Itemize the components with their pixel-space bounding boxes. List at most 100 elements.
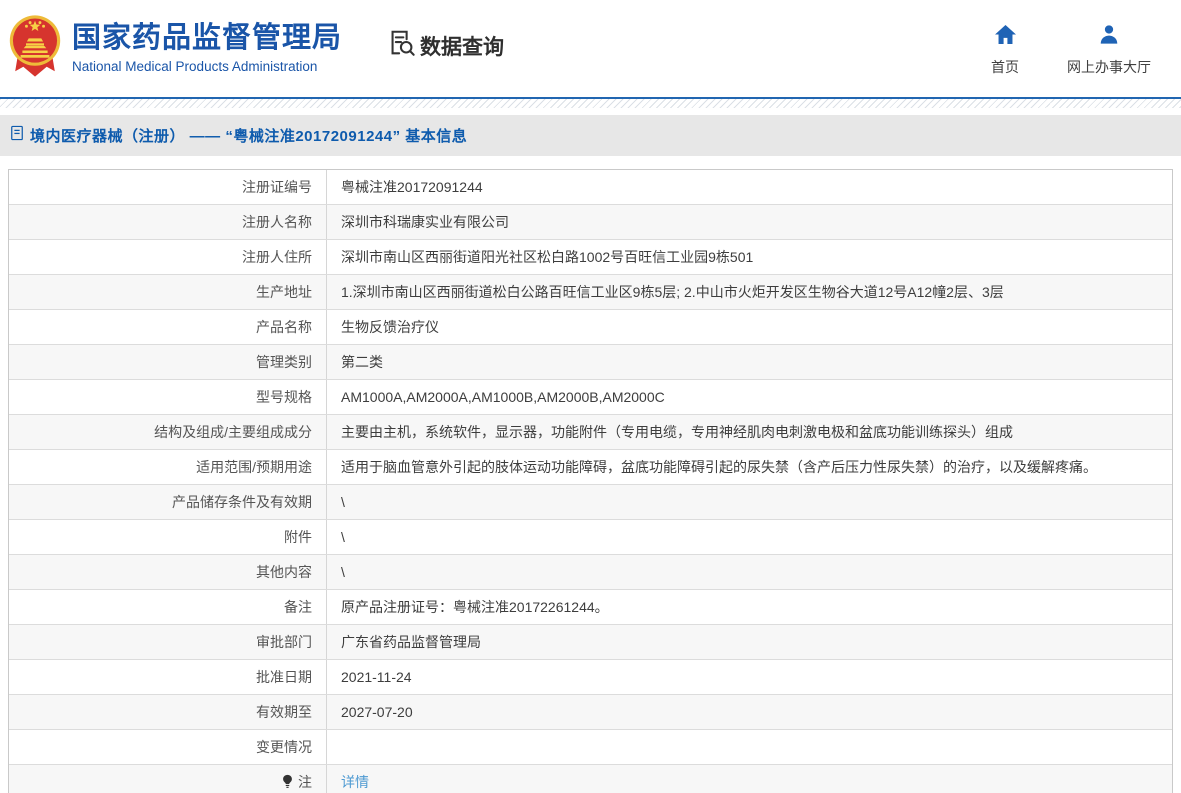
hatch-strip (0, 99, 1181, 108)
row-value-text: 2027-07-20 (341, 703, 413, 720)
row-label: 管理类别 (9, 345, 327, 379)
row-label: 生产地址 (9, 275, 327, 309)
nav-item-home[interactable]: 首页 (991, 24, 1019, 77)
row-value-text: \ (341, 493, 345, 510)
row-value-text: 1.深圳市南山区西丽街道松白公路百旺信工业区9栋5层; 2.中山市火炬开发区生物… (341, 283, 1004, 300)
table-row: 附件 \ (9, 520, 1172, 555)
table-row: 产品储存条件及有效期 \ (9, 485, 1172, 520)
row-value-text: 广东省药品监督管理局 (341, 633, 481, 650)
table-row: 备注 原产品注册证号：粤械注准20172261244。 (9, 590, 1172, 625)
row-value-text: 2021-11-24 (341, 668, 412, 685)
table-row: 注册人住所 深圳市南山区西丽街道阳光社区松白路1002号百旺信工业园9栋501 (9, 240, 1172, 275)
row-value-text: \ (341, 528, 345, 545)
row-value-text: 深圳市科瑞康实业有限公司 (341, 213, 509, 230)
data-query-label: 数据查询 (420, 35, 505, 59)
row-label-text: 注册证编号 (242, 179, 312, 195)
row-label-text: 产品储存条件及有效期 (172, 494, 312, 510)
site-title: 国家药品监督管理局 (72, 22, 343, 55)
brand-text: 国家药品监督管理局 National Medical Products Admi… (72, 22, 343, 74)
home-icon (994, 24, 1017, 50)
row-value: 2027-07-20 (327, 695, 1172, 729)
nav-item-service-hall[interactable]: 网上办事大厅 (1067, 24, 1151, 77)
document-icon (10, 125, 24, 146)
nav-label-home: 首页 (991, 59, 1019, 75)
table-row: 适用范围/预期用途 适用于脑血管意外引起的肢体运动功能障碍，盆底功能障碍引起的尿失… (9, 450, 1172, 485)
row-label: 注册人住所 (9, 240, 327, 274)
table-row: 结构及组成/主要组成成分 主要由主机，系统软件，显示器，功能附件（专用电缆，专用神… (9, 415, 1172, 450)
row-label-text: 批准日期 (256, 669, 312, 685)
document-search-icon (386, 28, 416, 63)
table-row: 注册证编号 粤械注准20172091244 (9, 170, 1172, 205)
row-label-text: 管理类别 (256, 354, 312, 370)
row-value: 广东省药品监督管理局 (327, 625, 1172, 659)
site-subtitle: National Medical Products Administration (72, 58, 318, 74)
row-value-text: AM1000A,AM2000A,AM1000B,AM2000B,AM2000C (341, 388, 665, 405)
row-label-text: 变更情况 (256, 739, 312, 755)
row-value: \ (327, 520, 1172, 554)
row-value: 主要由主机，系统软件，显示器，功能附件（专用电缆，专用神经肌肉电刺激电极和盆底功… (327, 415, 1172, 449)
row-value-text: 主要由主机，系统软件，显示器，功能附件（专用电缆，专用神经肌肉电刺激电极和盆底功… (341, 423, 1013, 440)
header-nav: 首页 网上办事大厅 (991, 24, 1151, 77)
row-label: 变更情况 (9, 730, 327, 764)
table-row: 管理类别 第二类 (9, 345, 1172, 380)
row-label: 其他内容 (9, 555, 327, 589)
row-label: 备注 (9, 590, 327, 624)
table-row: 注 详情 (9, 765, 1172, 793)
row-label-text: 生产地址 (256, 284, 312, 300)
row-label-text: 型号规格 (256, 389, 312, 405)
row-label: 型号规格 (9, 380, 327, 414)
detail-link[interactable]: 详情 (341, 773, 369, 792)
row-value: AM1000A,AM2000A,AM1000B,AM2000B,AM2000C (327, 380, 1172, 414)
row-label-text: 备注 (284, 599, 312, 615)
row-label: 注册证编号 (9, 170, 327, 204)
nav-label-service-hall: 网上办事大厅 (1067, 59, 1151, 75)
user-icon (1098, 24, 1120, 50)
table-row: 审批部门 广东省药品监督管理局 (9, 625, 1172, 660)
site-logo[interactable]: 国家药品监督管理局 National Medical Products Admi… (8, 13, 342, 84)
table-row: 批准日期 2021-11-24 (9, 660, 1172, 695)
row-label-text: 其他内容 (256, 564, 312, 580)
row-value: 深圳市科瑞康实业有限公司 (327, 205, 1172, 239)
row-label: 审批部门 (9, 625, 327, 659)
data-query-tab[interactable]: 数据查询 (386, 28, 504, 63)
row-value: 生物反馈治疗仪 (327, 310, 1172, 344)
row-value: 1.深圳市南山区西丽街道松白公路百旺信工业区9栋5层; 2.中山市火炬开发区生物… (327, 275, 1172, 309)
row-label: 注册人名称 (9, 205, 327, 239)
row-value-text: 适用于脑血管意外引起的肢体运动功能障碍，盆底功能障碍引起的尿失禁（含产后压力性尿… (341, 458, 1097, 475)
row-value: \ (327, 485, 1172, 519)
table-row: 其他内容 \ (9, 555, 1172, 590)
site-header: 国家药品监督管理局 National Medical Products Admi… (0, 0, 1181, 97)
row-value: 2021-11-24 (327, 660, 1172, 694)
bulb-icon (282, 774, 293, 792)
row-value-text: 生物反馈治疗仪 (341, 318, 439, 335)
row-label-text: 注册人名称 (242, 214, 312, 230)
table-row: 有效期至 2027-07-20 (9, 695, 1172, 730)
row-value-text: \ (341, 563, 345, 580)
row-label-text: 注 (298, 774, 312, 790)
row-label: 有效期至 (9, 695, 327, 729)
row-label-text: 有效期至 (256, 704, 312, 720)
row-value: 适用于脑血管意外引起的肢体运动功能障碍，盆底功能障碍引起的尿失禁（含产后压力性尿… (327, 450, 1172, 484)
row-label-text: 产品名称 (256, 319, 312, 335)
row-label: 适用范围/预期用途 (9, 450, 327, 484)
row-value (327, 730, 1172, 764)
row-label: 注 (9, 765, 327, 793)
row-value: 原产品注册证号：粤械注准20172261244。 (327, 590, 1172, 624)
row-label: 结构及组成/主要组成成分 (9, 415, 327, 449)
row-value: 第二类 (327, 345, 1172, 379)
row-label-text: 审批部门 (256, 634, 312, 650)
breadcrumb-bar: 境内医疗器械（注册） —— “粤械注准20172091244” 基本信息 (0, 115, 1181, 156)
table-row: 变更情况 (9, 730, 1172, 765)
table-row: 注册人名称 深圳市科瑞康实业有限公司 (9, 205, 1172, 240)
table-row: 生产地址 1.深圳市南山区西丽街道松白公路百旺信工业区9栋5层; 2.中山市火炬开… (9, 275, 1172, 310)
row-label: 附件 (9, 520, 327, 554)
row-value-text: 深圳市南山区西丽街道阳光社区松白路1002号百旺信工业园9栋501 (341, 248, 754, 265)
info-table: 注册证编号 粤械注准20172091244 注册人名称 深圳市科瑞康实业有限公司 注册人… (8, 169, 1173, 793)
row-value-text: 粤械注准20172091244 (341, 178, 483, 195)
table-row: 型号规格 AM1000A,AM2000A,AM1000B,AM2000B,AM20… (9, 380, 1172, 415)
row-value-text: 第二类 (341, 353, 383, 370)
national-emblem-icon (8, 13, 62, 84)
row-label-text: 附件 (284, 529, 312, 545)
row-label: 产品名称 (9, 310, 327, 344)
row-label-text: 适用范围/预期用途 (196, 459, 312, 475)
